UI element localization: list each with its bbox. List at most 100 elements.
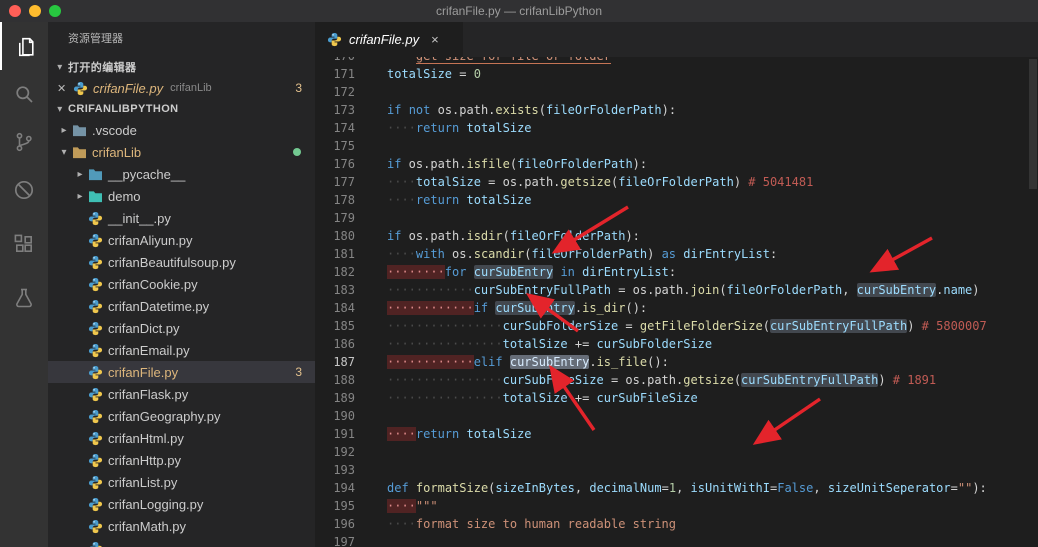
code-line-182[interactable]: ········for curSubEntry in dirEntryList: [387, 263, 987, 281]
code-line-197[interactable] [387, 533, 987, 547]
code-line-190[interactable] [387, 407, 987, 425]
minimize-window-button[interactable] [29, 5, 41, 17]
code-line-172[interactable] [387, 83, 987, 101]
code-line-176[interactable]: if os.path.isfile(fileOrFolderPath): [387, 155, 987, 173]
line-number-187[interactable]: 187 [315, 353, 355, 371]
line-number-180[interactable]: 180 [315, 227, 355, 245]
code-line-189[interactable]: ················totalSize += curSubFileS… [387, 389, 987, 407]
code-line-191[interactable]: ····return totalSize [387, 425, 987, 443]
source-control-icon[interactable] [0, 118, 48, 166]
close-icon[interactable]: ✕ [57, 82, 73, 95]
code-line-196[interactable]: ····format size to human readable string [387, 515, 987, 533]
line-number-179[interactable]: 179 [315, 209, 355, 227]
tree-item-demo[interactable]: ▸ demo [48, 185, 315, 207]
line-number-178[interactable]: 178 [315, 191, 355, 209]
line-number-193[interactable]: 193 [315, 461, 355, 479]
line-number-192[interactable]: 192 [315, 443, 355, 461]
code-line-184[interactable]: ············if curSubEntry.is_dir(): [387, 299, 987, 317]
line-number-185[interactable]: 185 [315, 317, 355, 335]
tree-item-crifanAliyun.py[interactable]: crifanAliyun.py [48, 229, 315, 251]
code-line-173[interactable]: if not os.path.exists(fileOrFolderPath): [387, 101, 987, 119]
tree-item-__init__.py[interactable]: __init__.py [48, 207, 315, 229]
code-editor[interactable]: 1701711721731741751761771781791801811821… [315, 57, 1038, 547]
tree-item-crifanGeography.py[interactable]: crifanGeography.py [48, 405, 315, 427]
tree-item-crifanFlask.py[interactable]: crifanFlask.py [48, 383, 315, 405]
code-content[interactable]: ····get size for file or foldertotalSize… [387, 57, 987, 547]
line-number-184[interactable]: 184 [315, 299, 355, 317]
tree-item-crifanHttp.py[interactable]: crifanHttp.py [48, 449, 315, 471]
tree-item-crifanLogging.py[interactable]: crifanLogging.py [48, 493, 315, 515]
code-line-170[interactable]: ····get size for file or folder [387, 57, 987, 65]
tree-item-crifanDatetime.py[interactable]: crifanDatetime.py [48, 295, 315, 317]
line-number-176[interactable]: 176 [315, 155, 355, 173]
chevron-down-icon[interactable]: ▾ [52, 62, 68, 73]
line-number-189[interactable]: 189 [315, 389, 355, 407]
code-line-193[interactable] [387, 461, 987, 479]
section-open-editors[interactable]: ▾ 打开的编辑器 [48, 57, 315, 77]
line-number-183[interactable]: 183 [315, 281, 355, 299]
tree-item-crifanBeautifulsoup.py[interactable]: crifanBeautifulsoup.py [48, 251, 315, 273]
chevron-right-icon[interactable]: ▸ [56, 125, 72, 136]
line-number-197[interactable]: 197 [315, 533, 355, 547]
line-number-171[interactable]: 171 [315, 65, 355, 83]
tab-crifanfile[interactable]: crifanFile.py × [315, 22, 463, 57]
code-line-171[interactable]: totalSize = 0 [387, 65, 987, 83]
line-number-173[interactable]: 173 [315, 101, 355, 119]
tree-item-crifanList.py[interactable]: crifanList.py [48, 471, 315, 493]
tree-item-crifanCookie.py[interactable]: crifanCookie.py [48, 273, 315, 295]
tree-item-crifanHtml.py[interactable]: crifanHtml.py [48, 427, 315, 449]
chevron-right-icon[interactable]: ▸ [72, 169, 88, 180]
line-number-186[interactable]: 186 [315, 335, 355, 353]
code-line-186[interactable]: ················totalSize += curSubFolde… [387, 335, 987, 353]
line-number-191[interactable]: 191 [315, 425, 355, 443]
code-line-194[interactable]: def formatSize(sizeInBytes, decimalNum=1… [387, 479, 987, 497]
line-number-172[interactable]: 172 [315, 83, 355, 101]
code-line-187[interactable]: ············elif curSubEntry.is_file(): [387, 353, 987, 371]
circle-slash-icon[interactable] [0, 166, 48, 214]
code-line-185[interactable]: ················curSubFolderSize = getFi… [387, 317, 987, 335]
code-line-174[interactable]: ····return totalSize [387, 119, 987, 137]
code-line-183[interactable]: ············curSubEntryFullPath = os.pat… [387, 281, 987, 299]
line-number-182[interactable]: 182 [315, 263, 355, 281]
tree-item-crifanDict.py[interactable]: crifanDict.py [48, 317, 315, 339]
line-number-190[interactable]: 190 [315, 407, 355, 425]
chevron-down-icon[interactable]: ▾ [56, 147, 72, 158]
code-line-178[interactable]: ····return totalSize [387, 191, 987, 209]
line-number-194[interactable]: 194 [315, 479, 355, 497]
extensions-icon[interactable] [0, 220, 48, 268]
line-number-177[interactable]: 177 [315, 173, 355, 191]
line-number-175[interactable]: 175 [315, 137, 355, 155]
line-number-174[interactable]: 174 [315, 119, 355, 137]
code-line-177[interactable]: ····totalSize = os.path.getsize(fileOrFo… [387, 173, 987, 191]
tree-item-.vscode[interactable]: ▸ .vscode [48, 119, 315, 141]
line-number-170[interactable]: 170 [315, 57, 355, 65]
code-line-180[interactable]: if os.path.isdir(fileOrFolderPath): [387, 227, 987, 245]
line-number-195[interactable]: 195 [315, 497, 355, 515]
tree-item-partial[interactable] [48, 537, 315, 547]
section-workspace[interactable]: ▾ CRIFANLIBPYTHON [48, 99, 315, 119]
search-icon[interactable] [0, 70, 48, 118]
line-number-gutter[interactable]: 1701711721731741751761771781791801811821… [315, 57, 355, 547]
tree-item-crifanEmail.py[interactable]: crifanEmail.py [48, 339, 315, 361]
close-window-button[interactable] [9, 5, 21, 17]
code-line-195[interactable]: ····""" [387, 497, 987, 515]
tree-item-crifanFile.py[interactable]: crifanFile.py 3 [48, 361, 315, 383]
editor-scrollbar[interactable] [1028, 57, 1038, 547]
chevron-right-icon[interactable]: ▸ [72, 191, 88, 202]
code-line-179[interactable] [387, 209, 987, 227]
line-number-196[interactable]: 196 [315, 515, 355, 533]
line-number-181[interactable]: 181 [315, 245, 355, 263]
zoom-window-button[interactable] [49, 5, 61, 17]
code-line-192[interactable] [387, 443, 987, 461]
tree-item-crifanMath.py[interactable]: crifanMath.py [48, 515, 315, 537]
tree-item-__pycache__[interactable]: ▸ __pycache__ [48, 163, 315, 185]
tree-item-crifanLib[interactable]: ▾ crifanLib [48, 141, 315, 163]
chevron-down-icon[interactable]: ▾ [52, 104, 68, 115]
explorer-icon[interactable] [0, 22, 48, 70]
test-beaker-icon[interactable] [0, 274, 48, 322]
tab-close-icon[interactable]: × [431, 32, 439, 47]
scrollbar-thumb[interactable] [1029, 59, 1037, 189]
code-line-181[interactable]: ····with os.scandir(fileOrFolderPath) as… [387, 245, 987, 263]
open-editor-item[interactable]: ✕ crifanFile.py crifanLib 3 [48, 77, 315, 99]
line-number-188[interactable]: 188 [315, 371, 355, 389]
